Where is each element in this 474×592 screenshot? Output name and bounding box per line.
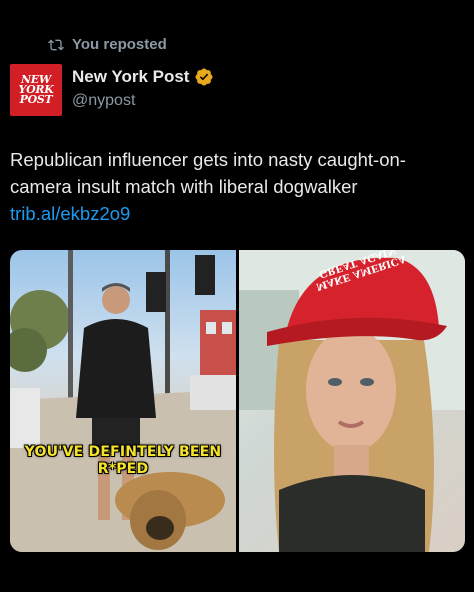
account-avatar[interactable]: NEW YORK POST	[10, 64, 62, 116]
street-scene-illustration	[10, 250, 236, 552]
account-name-row[interactable]: New York Post	[72, 67, 213, 87]
caption-line-1: YOU'VE DEFINTELY BEEN	[24, 444, 222, 460]
tweet-link[interactable]: trib.al/ekbz2o9	[10, 203, 130, 224]
account-name[interactable]: New York Post	[72, 67, 189, 87]
media-image-right[interactable]: MAKE AMERICA GREAT AGAIN	[239, 250, 465, 552]
repost-indicator: You reposted	[48, 36, 167, 53]
account-handle[interactable]: @nypost	[72, 92, 135, 110]
video-caption: YOU'VE DEFINTELY BEEN R*PED	[20, 444, 226, 478]
repost-label: You reposted	[72, 36, 167, 53]
tweet-body: Republican influencer gets into nasty ca…	[10, 149, 406, 197]
repost-icon	[48, 39, 64, 50]
tweet-text: Republican influencer gets into nasty ca…	[10, 146, 465, 227]
avatar-line-3: POST	[19, 93, 53, 106]
verified-badge-icon	[195, 68, 213, 86]
media-image-left[interactable]: YOU'VE DEFINTELY BEEN R*PED	[10, 250, 236, 552]
tweet-media[interactable]: YOU'VE DEFINTELY BEEN R*PED MAKE AMERICA…	[10, 250, 465, 552]
portrait-illustration	[239, 250, 465, 552]
caption-line-2: R*PED	[97, 461, 149, 477]
